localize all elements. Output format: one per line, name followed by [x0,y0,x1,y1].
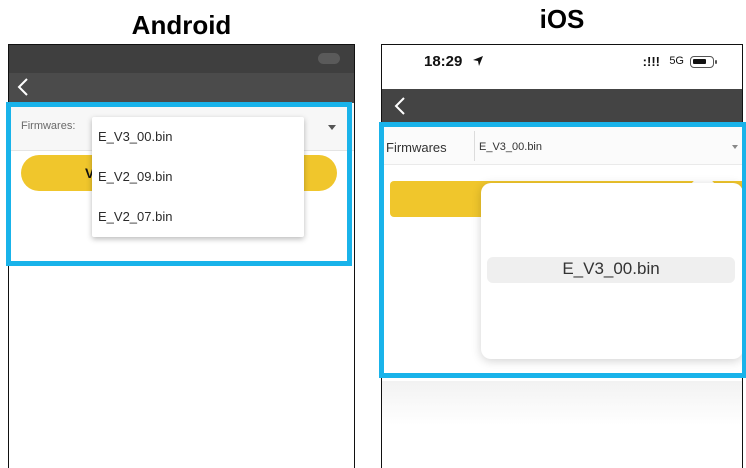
android-status-bar [9,45,354,73]
dropdown-option[interactable]: E_V3_00.bin [92,117,304,157]
chevron-left-icon[interactable] [15,76,33,98]
picker-selected-item[interactable]: E_V3_00.bin [487,259,735,279]
android-phone-screen: Firmwares: V E_V3_00.bin E_V2_09.bin E_V… [8,44,355,468]
firmware-dropdown-menu: E_V3_00.bin E_V2_09.bin E_V2_07.bin [92,117,304,237]
battery-icon [690,56,717,68]
dropdown-option[interactable]: E_V2_07.bin [92,197,304,237]
battery-icon [318,53,340,64]
status-time: 18:29 [424,53,463,70]
field-divider [474,131,475,161]
firmware-picker-popover: E_V3_00.bin [481,183,742,359]
firmware-label: Firmwares: [21,120,76,132]
ios-phone-screen: 18:29 :!!! 5G Firmwares E_V3_00.bin E_V3… [381,44,743,468]
firmware-select-row[interactable]: Firmwares E_V3_00.bin [382,127,742,165]
location-arrow-icon [473,56,483,66]
ios-heading: iOS [539,4,585,34]
caret-down-icon[interactable] [328,125,336,130]
firmware-selected-value[interactable]: E_V3_00.bin [479,141,542,153]
android-nav-bar [9,73,354,103]
ios-nav-bar [382,89,742,123]
network-type: 5G [669,55,684,67]
android-heading: Android [131,10,232,40]
background-fade [382,381,742,425]
signal-icon: :!!! [642,54,660,69]
ios-status-bar: 18:29 :!!! 5G [382,45,742,89]
dropdown-option[interactable]: E_V2_09.bin [92,157,304,197]
firmware-label: Firmwares [386,140,447,155]
caret-down-icon[interactable] [732,145,738,149]
chevron-left-icon[interactable] [392,95,410,117]
